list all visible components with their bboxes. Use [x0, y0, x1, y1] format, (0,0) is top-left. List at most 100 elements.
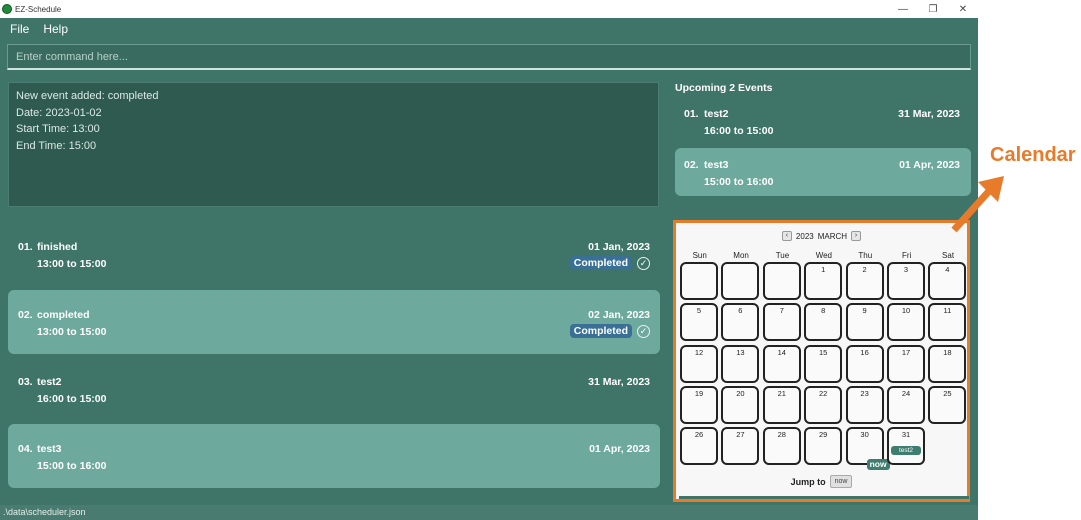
day-number: 28: [777, 430, 786, 440]
day-number: 27: [736, 430, 745, 440]
title-bar: EZ-Schedule — ❐ ✕: [0, 0, 978, 18]
calendar-day-cell[interactable]: 24: [887, 385, 925, 424]
calendar-day-cell[interactable]: 18: [928, 344, 967, 383]
day-number: 20: [736, 388, 745, 398]
event-list[interactable]: 01. finished 13:00 to 15:00 01 Jan, 2023…: [0, 218, 667, 503]
upcoming-title: Upcoming 2 Events: [675, 82, 773, 94]
minimize-button[interactable]: —: [888, 0, 918, 18]
calendar-day-cell[interactable]: 17: [887, 344, 925, 383]
day-number: 22: [819, 388, 828, 398]
calendar-day-cell[interactable]: 9: [845, 303, 884, 342]
calendar-day-cell[interactable]: 12: [680, 344, 718, 383]
weekday-label: Fri: [901, 251, 912, 260]
calendar-day-cell[interactable]: 27: [721, 427, 760, 466]
calendar-day-cell[interactable]: 20: [721, 385, 760, 424]
calendar-day-cell[interactable]: 31 test2: [887, 427, 925, 466]
day-number: 25: [943, 388, 952, 398]
calendar-day-cell[interactable]: 22: [804, 385, 843, 424]
calendar-day-cell[interactable]: 26: [680, 427, 718, 466]
calendar-day-cell[interactable]: 21: [762, 385, 801, 424]
calendar-panel: ‹ 2023 MARCH › Sun Mon Tue Wed Thu Fri S…: [673, 220, 970, 502]
day-number: 13: [736, 347, 745, 357]
day-number: 11: [943, 306, 952, 316]
calendar-day-cell[interactable]: 4: [928, 262, 967, 300]
day-number: 12: [694, 347, 704, 357]
day-number: 17: [901, 347, 911, 357]
day-number: 21: [777, 388, 786, 398]
event-index: 03.: [18, 376, 33, 388]
next-month-button[interactable]: ›: [851, 231, 862, 241]
command-input[interactable]: [16, 50, 970, 63]
calendar-event-tag[interactable]: test2: [891, 446, 921, 456]
calendar-blank-cell[interactable]: [762, 262, 801, 300]
calendar-day-cell[interactable]: 13: [721, 344, 760, 383]
calendar-day-cell[interactable]: 16: [845, 344, 884, 383]
event-index: 02.: [18, 309, 33, 321]
calendar-day-cell[interactable]: 14: [762, 344, 801, 383]
day-number: 8: [821, 306, 826, 316]
event-card[interactable]: 02. completed 13:00 to 15:00 02 Jan, 202…: [8, 290, 660, 354]
day-number: 10: [901, 306, 911, 316]
menu-file[interactable]: File: [10, 22, 29, 36]
upcoming-event-card[interactable]: 01. test2 16:00 to 15:00 31 Mar, 2023: [675, 97, 971, 145]
event-index: 01.: [18, 241, 33, 253]
calendar-blank-cell[interactable]: [680, 262, 718, 300]
event-time: 13:00 to 15:00: [37, 258, 107, 270]
day-number: 31: [901, 430, 911, 440]
window-controls: — ❐ ✕: [888, 0, 978, 18]
weekday-row: Sun Mon Tue Wed Thu Fri Sat: [679, 251, 969, 260]
menu-help[interactable]: Help: [43, 22, 68, 36]
weekday-label: Wed: [815, 251, 833, 260]
app-window: EZ-Schedule — ❐ ✕ File Help New event ad…: [0, 0, 978, 520]
day-number: 15: [819, 347, 828, 357]
calendar-month: MARCH: [817, 231, 848, 241]
weekday-label: Tue: [775, 251, 790, 260]
calendar-scrollbar[interactable]: [679, 496, 969, 499]
jump-now-button[interactable]: now: [829, 475, 853, 488]
event-card[interactable]: 03. test2 16:00 to 15:00 31 Mar, 2023: [8, 357, 660, 421]
calendar-day-cell[interactable]: 19: [680, 385, 718, 424]
close-button[interactable]: ✕: [948, 0, 978, 18]
calendar-header: ‹ 2023 MARCH ›: [676, 231, 967, 241]
upcoming-time: 15:00 to 16:00: [704, 176, 774, 188]
check-circle-icon: ✓: [637, 257, 650, 270]
calendar-day-cell[interactable]: 7: [762, 303, 801, 342]
calendar-day-cell[interactable]: 5: [680, 303, 718, 342]
calendar-day-cell[interactable]: 25: [928, 385, 967, 424]
calendar-day-cell[interactable]: 11: [928, 303, 967, 342]
calendar-day-cell[interactable]: 30 now: [845, 427, 890, 471]
weekday-label: Sat: [942, 251, 955, 260]
event-time: 13:00 to 15:00: [37, 326, 107, 338]
prev-month-button[interactable]: ‹: [781, 231, 792, 241]
day-number: 5: [696, 306, 702, 316]
calendar-blank-cell[interactable]: [721, 262, 760, 300]
restore-button[interactable]: ❐: [918, 0, 948, 18]
calendar-day-cell[interactable]: 3: [887, 262, 925, 300]
weekday-label: Mon: [733, 251, 749, 260]
calendar-day-cell[interactable]: 28: [762, 427, 801, 466]
result-line: New event added: completed: [16, 90, 159, 102]
day-number: 16: [860, 347, 869, 357]
calendar-day-cell[interactable]: 15: [804, 344, 843, 383]
event-card[interactable]: 04. test3 15:00 to 16:00 01 Apr, 2023: [8, 424, 660, 488]
upcoming-event-card[interactable]: 02. test3 15:00 to 16:00 01 Apr, 2023: [675, 148, 971, 196]
calendar-day-cell[interactable]: 29: [804, 427, 843, 466]
day-number: 14: [777, 347, 786, 357]
calendar-day-cell[interactable]: 6: [721, 303, 760, 342]
calendar-day-cell[interactable]: 23: [845, 385, 884, 424]
calendar-day-cell[interactable]: 2: [845, 262, 884, 300]
day-number: 30: [860, 430, 869, 440]
event-card[interactable]: 01. finished 13:00 to 15:00 01 Jan, 2023…: [8, 222, 660, 286]
day-number: 4: [945, 265, 950, 274]
day-number: 29: [819, 430, 828, 440]
calendar-day-cell[interactable]: 1: [804, 262, 843, 300]
calendar-day-cell[interactable]: 8: [804, 303, 843, 342]
window-title: EZ-Schedule: [15, 4, 62, 14]
jump-to-label: Jump to: [790, 476, 826, 487]
day-number: 1: [821, 265, 826, 274]
calendar-day-cell[interactable]: 10: [887, 303, 925, 342]
result-line: End Time: 15:00: [16, 139, 97, 152]
event-time: 15:00 to 16:00: [37, 460, 107, 472]
event-date: 01 Jan, 2023: [588, 241, 650, 253]
command-box[interactable]: [7, 44, 971, 70]
